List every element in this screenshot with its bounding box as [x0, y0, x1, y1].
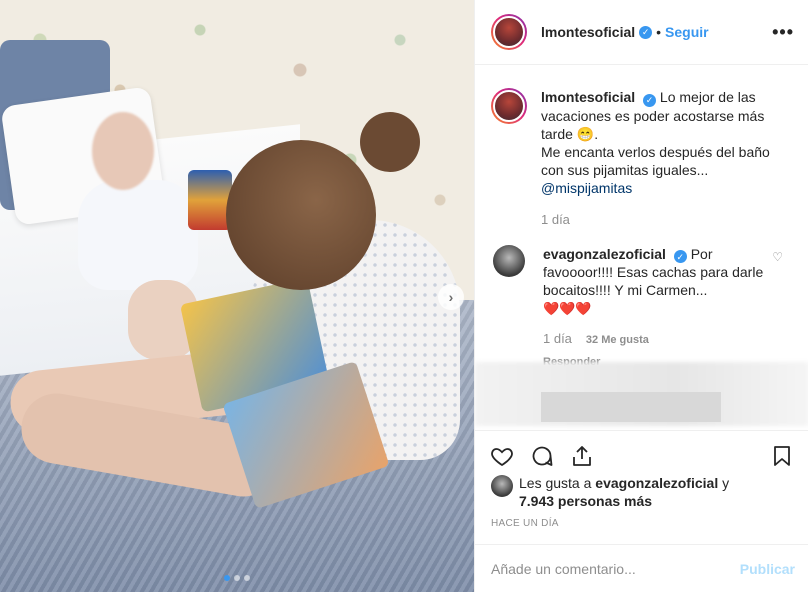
instagram-post: › lmontesoficial ✓ • Seguir ••• lmonteso…: [0, 0, 808, 592]
publish-button[interactable]: Publicar: [740, 561, 795, 577]
carousel-dot-active: [224, 575, 230, 581]
commenter-avatar[interactable]: [493, 244, 525, 277]
commenter-username[interactable]: evagonzalezoficial: [543, 246, 666, 262]
post-side-panel: lmontesoficial ✓ • Seguir ••• lmontesofi…: [474, 0, 808, 592]
post-photo[interactable]: ›: [0, 0, 474, 592]
bookmark-icon: [774, 445, 790, 466]
comment-likes[interactable]: 32 Me gusta: [586, 331, 649, 349]
carousel-dots: [0, 575, 474, 581]
grin-emoji: 😁: [576, 125, 595, 142]
blurred-comment-bar: [541, 392, 721, 422]
comment-button[interactable]: [529, 443, 555, 469]
baby-head-blurred: [92, 112, 154, 190]
liker-avatar[interactable]: [491, 475, 513, 497]
likes-prefix: Les gusta a: [519, 475, 592, 491]
likes-conj: y: [722, 475, 730, 491]
comments-list[interactable]: lmontesoficial ✓ Lo mejor de las vacacio…: [475, 66, 808, 430]
caption-author-avatar[interactable]: [491, 88, 527, 124]
comment-time[interactable]: 1 día: [543, 330, 572, 348]
follow-button[interactable]: Seguir: [665, 24, 709, 40]
baby-pajamas: [78, 180, 198, 290]
carousel-dot: [244, 575, 250, 581]
caption-text-2: Me encanta verlos después del baño con s…: [541, 143, 770, 178]
comment-item: evagonzalezoficial ✓ Por favoooor!!!! Es…: [491, 229, 793, 372]
girl-hair-bun: [360, 112, 420, 172]
post-timestamp[interactable]: HACE UN DÍA: [491, 518, 559, 529]
verified-badge-icon: ✓: [643, 93, 657, 107]
separator: •: [656, 24, 662, 40]
like-comment-heart-icon[interactable]: ♡: [772, 250, 783, 264]
comment-icon: [532, 446, 553, 466]
like-button[interactable]: [489, 443, 515, 469]
author-username[interactable]: lmontesoficial: [541, 24, 635, 40]
author-avatar[interactable]: [491, 14, 527, 50]
chevron-right-icon: ›: [448, 289, 454, 305]
verified-badge-icon: ✓: [639, 25, 653, 39]
post-header: lmontesoficial ✓ • Seguir •••: [475, 0, 808, 65]
caption: lmontesoficial ✓ Lo mejor de las vacacio…: [491, 66, 793, 229]
caption-time[interactable]: 1 día: [541, 211, 570, 229]
mention-link[interactable]: @mispijamitas: [541, 180, 632, 196]
share-icon: [573, 445, 591, 466]
comment-input[interactable]: [491, 560, 740, 577]
action-bar: [475, 430, 808, 480]
more-options-icon[interactable]: •••: [772, 22, 794, 43]
girl-head: [226, 140, 376, 290]
carousel-dot: [234, 575, 240, 581]
next-photo-button[interactable]: ›: [438, 284, 464, 310]
likes-count[interactable]: 7.943 personas más: [519, 493, 652, 509]
hearts-emoji: ❤️❤️❤️: [543, 301, 592, 316]
verified-badge-icon: ✓: [673, 250, 687, 263]
likes-summary: Les gusta a evagonzalezoficial y 7.943 p…: [491, 474, 795, 510]
liker-username[interactable]: evagonzalezoficial: [595, 475, 718, 491]
add-comment-bar: Publicar: [475, 544, 808, 592]
heart-icon: [491, 447, 513, 466]
caption-text-end: .: [594, 125, 599, 142]
share-button[interactable]: [569, 443, 595, 469]
save-button[interactable]: [769, 443, 795, 469]
caption-username[interactable]: lmontesoficial: [541, 89, 635, 105]
